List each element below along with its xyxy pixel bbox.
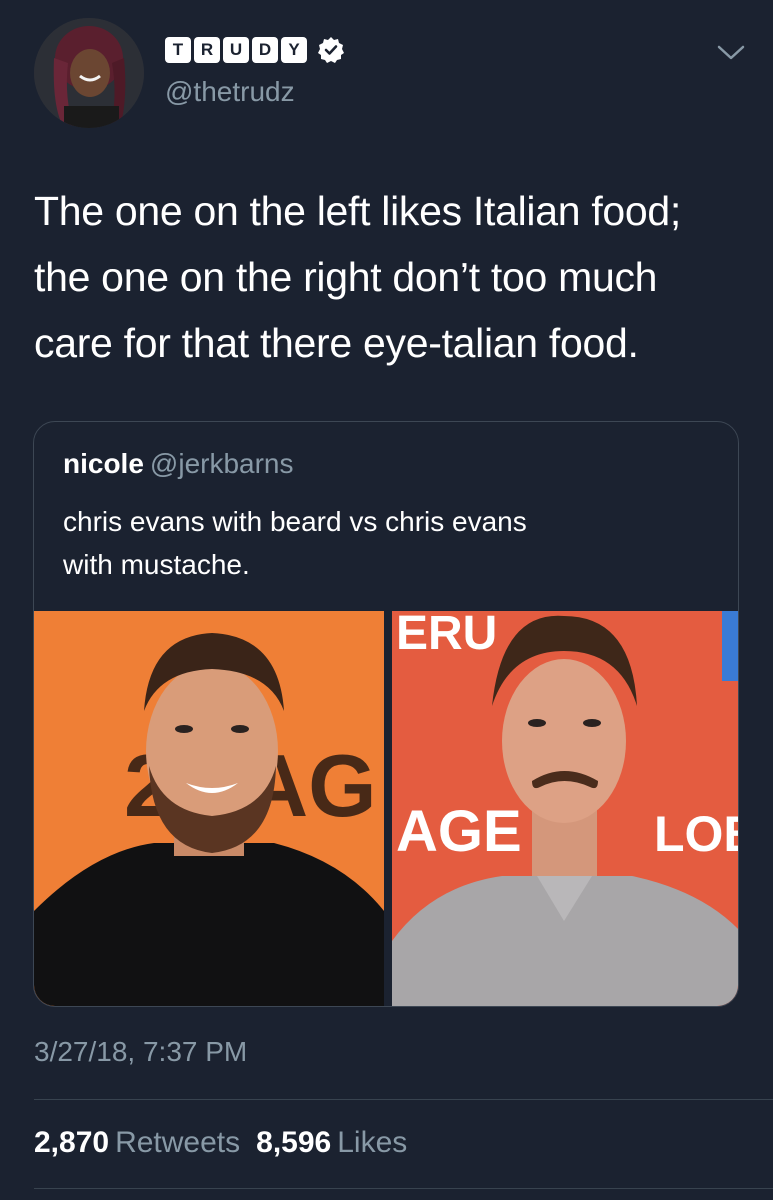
retweets-stat[interactable]: 2,870 Retweets <box>34 1126 256 1159</box>
backdrop-text: AGE <box>396 799 522 864</box>
photo-right[interactable]: ERU AGE LOBE <box>392 611 739 1006</box>
backdrop-text: LOBE <box>654 806 739 862</box>
tweet-text-line: The one on the left likes Italian food; <box>34 188 682 234</box>
author-avatar[interactable] <box>34 18 144 128</box>
author-name[interactable]: T R U D Y <box>165 37 307 63</box>
photo-left-image: 2 TAG <box>34 611 384 1006</box>
avatar-image <box>34 18 144 128</box>
tweet-timestamp[interactable]: 3/27/18, 7:37 PM <box>34 1036 247 1068</box>
quoted-author-handle: @jerkbarns <box>149 448 294 479</box>
photo-left[interactable]: 2 TAG <box>34 611 384 1006</box>
retweets-label: Retweets <box>115 1126 241 1159</box>
name-letter: R <box>194 37 220 63</box>
tweet-stats: 2,870 Retweets 8,596 Likes <box>34 1126 423 1160</box>
tweet-text-line: the one on the right don’t too much <box>34 254 658 300</box>
backdrop-text: ERU <box>396 611 497 660</box>
tweet-text: The one on the left likes Italian food; … <box>34 178 754 376</box>
quoted-tweet-photos: 2 TAG ERU AGE LO <box>34 611 739 1006</box>
name-letter: U <box>223 37 249 63</box>
quoted-tweet-text: chris evans with beard vs chris evans wi… <box>63 500 713 586</box>
author-handle[interactable]: @thetrudz <box>165 76 295 108</box>
name-letter: Y <box>281 37 307 63</box>
tweet-text-line: care for that there eye-talian food. <box>34 320 639 366</box>
name-letter: T <box>165 37 191 63</box>
divider-line <box>34 1099 773 1100</box>
author-name-row[interactable]: T R U D Y <box>165 36 345 64</box>
photo-right-image: ERU AGE LOBE <box>392 611 739 1006</box>
name-letter: D <box>252 37 278 63</box>
retweets-count: 2,870 <box>34 1126 110 1159</box>
quoted-author-name: nicole <box>63 448 144 479</box>
divider-line <box>34 1188 773 1189</box>
quoted-tweet[interactable]: nicole @jerkbarns chris evans with beard … <box>33 421 739 1007</box>
likes-stat[interactable]: 8,596 Likes <box>256 1126 423 1159</box>
photo-divider <box>384 611 392 1006</box>
quoted-tweet-header: nicole @jerkbarns <box>63 448 294 480</box>
likes-label: Likes <box>337 1126 408 1159</box>
likes-count: 8,596 <box>256 1126 332 1159</box>
verified-badge-icon <box>318 37 344 63</box>
chevron-down-icon[interactable] <box>716 42 746 62</box>
quoted-text-line: with mustache. <box>63 549 250 580</box>
quoted-text-line: chris evans with beard vs chris evans <box>63 506 527 537</box>
